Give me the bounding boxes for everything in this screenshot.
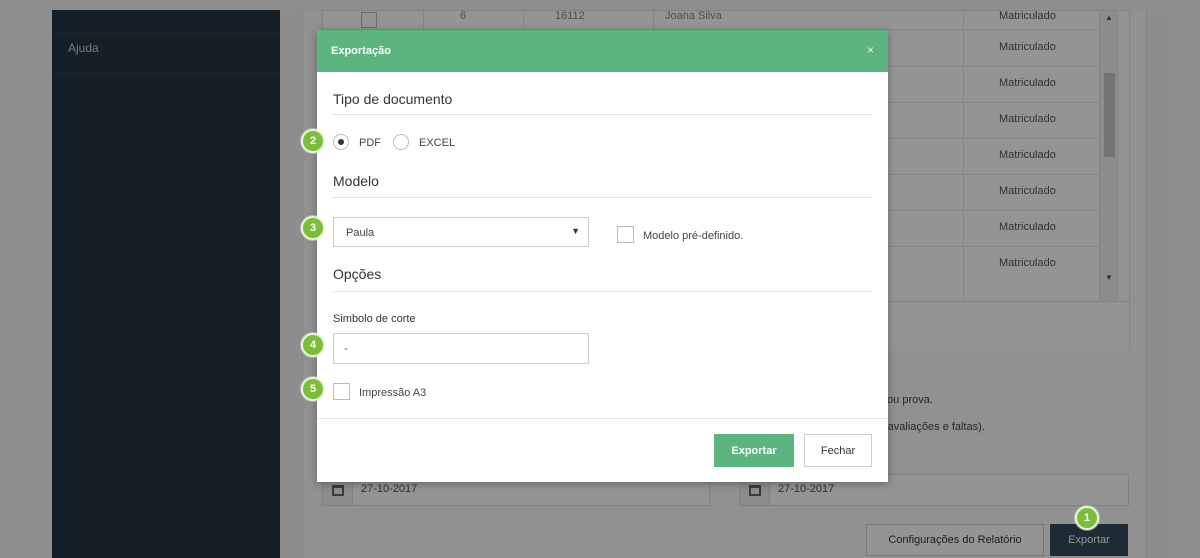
step-badge-5: 5 [301, 377, 325, 401]
model-heading: Modelo [333, 173, 379, 189]
section-divider [333, 197, 872, 198]
section-divider [333, 114, 872, 115]
cut-symbol-input[interactable] [333, 333, 589, 364]
close-icon[interactable]: × [867, 43, 874, 57]
modal-footer-divider [317, 418, 888, 419]
radio-excel[interactable] [393, 134, 409, 150]
predefined-model-checkbox[interactable] [617, 226, 634, 243]
step-badge-2: 2 [301, 129, 325, 153]
radio-excel-label[interactable]: EXCEL [419, 137, 455, 149]
step-badge-3: 3 [301, 216, 325, 240]
close-button[interactable]: Fechar [804, 434, 872, 467]
modal-header: Exportação × [317, 30, 888, 72]
doc-type-heading: Tipo de documento [333, 91, 453, 107]
export-button[interactable]: Exportar [714, 434, 794, 467]
model-select[interactable]: Paula ▼ [333, 217, 589, 247]
a3-print-label[interactable]: Impressão A3 [359, 387, 426, 399]
cut-symbol-label: Simbolo de corte [333, 313, 416, 325]
section-divider [333, 291, 872, 292]
predefined-model-label[interactable]: Modelo pré-definido. [643, 230, 743, 242]
radio-pdf[interactable] [333, 134, 349, 150]
radio-pdf-label[interactable]: PDF [359, 137, 381, 149]
model-select-value: Paula [346, 227, 375, 239]
step-badge-4: 4 [301, 333, 325, 357]
export-modal: Exportação × Tipo de documento PDF EXCEL… [317, 30, 888, 482]
step-badge-1: 1 [1075, 506, 1099, 530]
chevron-down-icon: ▼ [571, 226, 580, 236]
modal-title: Exportação [331, 45, 391, 57]
options-heading: Opções [333, 266, 382, 282]
a3-print-checkbox[interactable] [333, 383, 350, 400]
